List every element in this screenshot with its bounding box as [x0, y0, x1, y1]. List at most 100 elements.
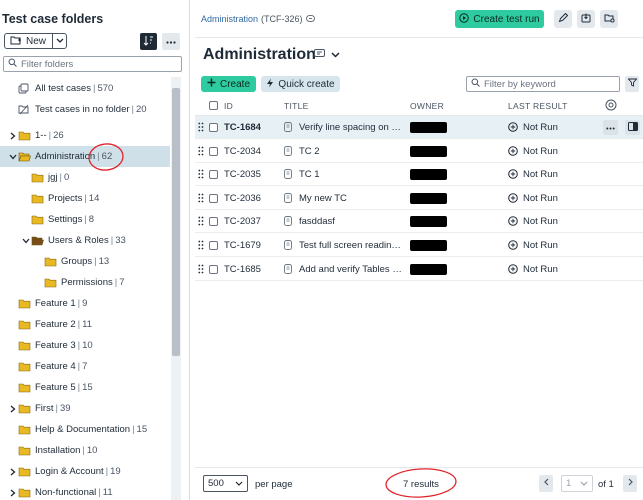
folder-item[interactable]: 1-- | 26 — [0, 125, 170, 146]
folder-item[interactable]: Administration | 62 — [0, 146, 170, 167]
folder-item[interactable]: Feature 2 | 11 — [0, 314, 170, 335]
column-header-title[interactable]: TITLE — [284, 101, 309, 111]
test-case-title[interactable]: fasddasf — [299, 216, 404, 227]
folder-icon — [31, 194, 45, 204]
table-row[interactable]: TC-1684 Verify line spacing on menu items… — [195, 116, 643, 139]
select-all-checkbox[interactable] — [209, 101, 218, 110]
row-more-button[interactable] — [603, 120, 618, 135]
test-case-title[interactable]: Test full screen reading mode — [299, 240, 404, 251]
sidebar-more-button[interactable] — [162, 33, 180, 50]
folder-item[interactable]: Non-functional | 11 — [0, 482, 170, 500]
folder-item[interactable]: Feature 3 | 10 — [0, 335, 170, 356]
test-case-id[interactable]: TC-2035 — [224, 169, 261, 180]
column-header-last-result[interactable]: LAST RESULT — [508, 101, 568, 111]
test-case-id[interactable]: TC-2036 — [224, 193, 261, 204]
collapse-chevron-icon[interactable] — [8, 154, 18, 160]
table-row[interactable]: TC-2034 TC 2 Not Run — [195, 140, 643, 163]
new-button-main[interactable]: New — [5, 34, 53, 48]
row-checkbox[interactable] — [209, 170, 218, 180]
previous-page-button[interactable] — [539, 475, 553, 492]
test-case-type-icon — [284, 240, 292, 253]
drag-handle-icon[interactable] — [198, 240, 204, 253]
title-chevron-down-icon[interactable] — [331, 50, 340, 61]
folder-item[interactable]: Feature 5 | 15 — [0, 377, 170, 398]
collapse-chevron-icon[interactable] — [21, 238, 31, 244]
folder-item[interactable]: Feature 4 | 7 — [0, 356, 170, 377]
folder-item[interactable]: Installation | 10 — [0, 440, 170, 461]
drag-handle-icon[interactable] — [198, 169, 204, 182]
page-size-select[interactable]: 500 — [203, 475, 248, 492]
advanced-filter-button[interactable] — [625, 76, 639, 92]
column-header-owner[interactable]: OWNER — [410, 101, 444, 111]
row-checkbox[interactable] — [209, 264, 218, 274]
test-case-id[interactable]: TC-1684 — [224, 122, 261, 133]
test-case-id[interactable]: TC-1679 — [224, 240, 261, 251]
folder-settings-button[interactable] — [600, 10, 618, 28]
row-checkbox[interactable] — [209, 241, 218, 250]
test-case-title[interactable]: My new TC — [299, 193, 404, 204]
filter-folders-input[interactable] — [21, 58, 171, 70]
filter-folders-field[interactable] — [3, 56, 182, 72]
copy-link-icon[interactable] — [305, 14, 315, 24]
table-row[interactable]: TC-2036 My new TC Not Run — [195, 187, 643, 210]
test-case-title[interactable]: Add and verify Tables of contents — [299, 264, 404, 275]
column-header-id[interactable]: ID — [224, 101, 233, 111]
folder-item[interactable]: Help & Documentation | 15 — [0, 419, 170, 440]
drag-handle-icon[interactable] — [198, 193, 204, 206]
row-checkbox[interactable] — [209, 146, 218, 156]
test-case-title[interactable]: TC 1 — [299, 169, 404, 180]
test-case-id[interactable]: TC-1685 — [224, 264, 261, 275]
quick-create-button[interactable]: Quick create — [261, 76, 340, 92]
test-case-title[interactable]: TC 2 — [299, 146, 404, 157]
row-checkbox[interactable] — [209, 217, 218, 227]
folder-item[interactable]: Permissions | 7 — [0, 272, 170, 293]
folder-item[interactable]: Login & Account | 19 — [0, 461, 170, 482]
test-case-title[interactable]: Verify line spacing on menu items — [299, 122, 404, 133]
folder-item[interactable]: Projects | 14 — [0, 188, 170, 209]
table-row[interactable]: TC-1679 Test full screen reading mode Not … — [195, 234, 643, 257]
drag-handle-icon[interactable] — [198, 122, 204, 135]
column-settings-icon[interactable] — [605, 99, 617, 113]
folder-item[interactable]: Feature 1 | 9 — [0, 293, 170, 314]
folder-item[interactable]: jgj | 0 — [0, 167, 170, 188]
open-detail-button[interactable] — [625, 120, 640, 135]
test-case-id[interactable]: TC-2037 — [224, 216, 261, 227]
create-test-run-button[interactable]: Create test run — [455, 10, 544, 28]
expand-chevron-icon[interactable] — [8, 132, 18, 140]
next-page-button[interactable] — [623, 475, 637, 492]
export-button[interactable] — [577, 10, 595, 28]
filter-keyword-field[interactable] — [466, 76, 620, 92]
not-run-status-icon — [508, 122, 518, 135]
table-row[interactable]: TC-2037 fasddasf Not Run — [195, 210, 643, 234]
expand-chevron-icon[interactable] — [8, 405, 18, 413]
page-number-select[interactable]: 1 — [561, 475, 593, 492]
folder-item[interactable]: Test cases in no folder | 20 — [0, 99, 170, 120]
folder-open-icon — [31, 236, 45, 246]
edit-button[interactable] — [554, 10, 572, 28]
folder-item[interactable]: All test cases | 570 — [0, 78, 170, 99]
create-button[interactable]: Create — [201, 76, 256, 92]
sort-button[interactable] — [140, 33, 157, 50]
table-row[interactable]: TC-2035 TC 1 Not Run — [195, 163, 643, 187]
folder-count: 33 — [115, 235, 126, 246]
comment-icon[interactable] — [314, 49, 325, 61]
filter-keyword-input[interactable] — [484, 78, 612, 90]
drag-handle-icon[interactable] — [198, 146, 204, 159]
row-checkbox[interactable] — [209, 193, 218, 203]
drag-handle-icon[interactable] — [198, 264, 204, 277]
breadcrumb-link[interactable]: Administration — [201, 14, 258, 24]
sidebar-scrollbar-thumb[interactable] — [172, 88, 180, 356]
table-row[interactable]: TC-1685 Add and verify Tables of contents… — [195, 258, 643, 281]
test-case-id[interactable]: TC-2034 — [224, 146, 261, 157]
drag-handle-icon[interactable] — [198, 216, 204, 229]
new-dropdown-toggle[interactable] — [53, 34, 66, 48]
folder-item[interactable]: First | 39 — [0, 398, 170, 419]
row-checkbox[interactable] — [209, 123, 218, 132]
folder-item[interactable]: Groups | 13 — [0, 251, 170, 272]
separator: | — [77, 382, 81, 393]
new-button[interactable]: New — [4, 33, 67, 49]
expand-chevron-icon[interactable] — [8, 489, 18, 497]
expand-chevron-icon[interactable] — [8, 468, 18, 476]
folder-item[interactable]: Settings | 8 — [0, 209, 170, 230]
folder-item[interactable]: Users & Roles | 33 — [0, 230, 170, 251]
